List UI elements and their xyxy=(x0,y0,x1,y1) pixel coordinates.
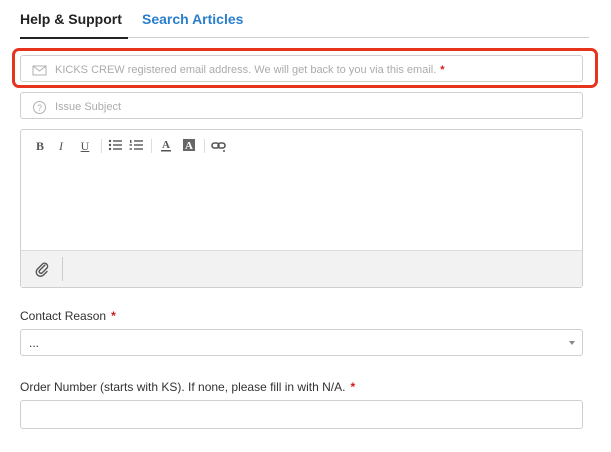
editor-toolbar: B I U A A xyxy=(21,130,582,160)
required-asterisk: * xyxy=(350,380,356,394)
required-asterisk: * xyxy=(111,309,116,323)
question-circle-icon: ? xyxy=(32,100,47,115)
highlight-color-icon[interactable]: A xyxy=(181,138,197,154)
tab-help-support[interactable]: Help & Support xyxy=(20,11,128,39)
italic-button[interactable]: I xyxy=(53,138,69,154)
underline-button[interactable]: U xyxy=(77,138,93,154)
svg-text:A: A xyxy=(185,140,193,152)
tab-bar: Help & Support Search Articles xyxy=(20,0,589,39)
toolbar-divider xyxy=(151,139,152,153)
email-field[interactable]: KICKS CREW registered email address. We … xyxy=(20,55,583,82)
footer-divider xyxy=(62,257,63,281)
bulleted-list-icon[interactable] xyxy=(107,138,123,154)
required-asterisk: * xyxy=(440,64,445,76)
editor-footer xyxy=(21,250,582,287)
text-color-icon[interactable]: A xyxy=(158,138,174,154)
message-body-input[interactable] xyxy=(21,160,582,251)
paperclip-icon[interactable] xyxy=(34,261,50,277)
issue-subject-field[interactable]: ? Issue Subject xyxy=(20,92,583,119)
toolbar-divider xyxy=(101,139,102,153)
contact-reason-select[interactable]: ... xyxy=(20,329,583,356)
message-editor: B I U A A xyxy=(20,129,583,288)
numbered-list-icon[interactable] xyxy=(128,138,144,154)
envelope-icon xyxy=(32,63,47,78)
email-placeholder: KICKS CREW registered email address. We … xyxy=(55,64,445,76)
link-icon[interactable] xyxy=(211,138,227,154)
svg-text:?: ? xyxy=(37,103,42,113)
order-number-label: Order Number (starts with KS). If none, … xyxy=(20,380,356,394)
bold-button[interactable]: B xyxy=(32,138,48,154)
contact-reason-value: ... xyxy=(29,336,40,350)
contact-reason-label: Contact Reason * xyxy=(20,309,116,323)
tab-search-articles[interactable]: Search Articles xyxy=(142,11,243,27)
order-number-input[interactable] xyxy=(20,400,583,429)
chevron-down-icon xyxy=(569,341,575,345)
subject-placeholder: Issue Subject xyxy=(55,101,122,113)
toolbar-divider xyxy=(204,139,205,153)
svg-text:A: A xyxy=(162,139,170,151)
